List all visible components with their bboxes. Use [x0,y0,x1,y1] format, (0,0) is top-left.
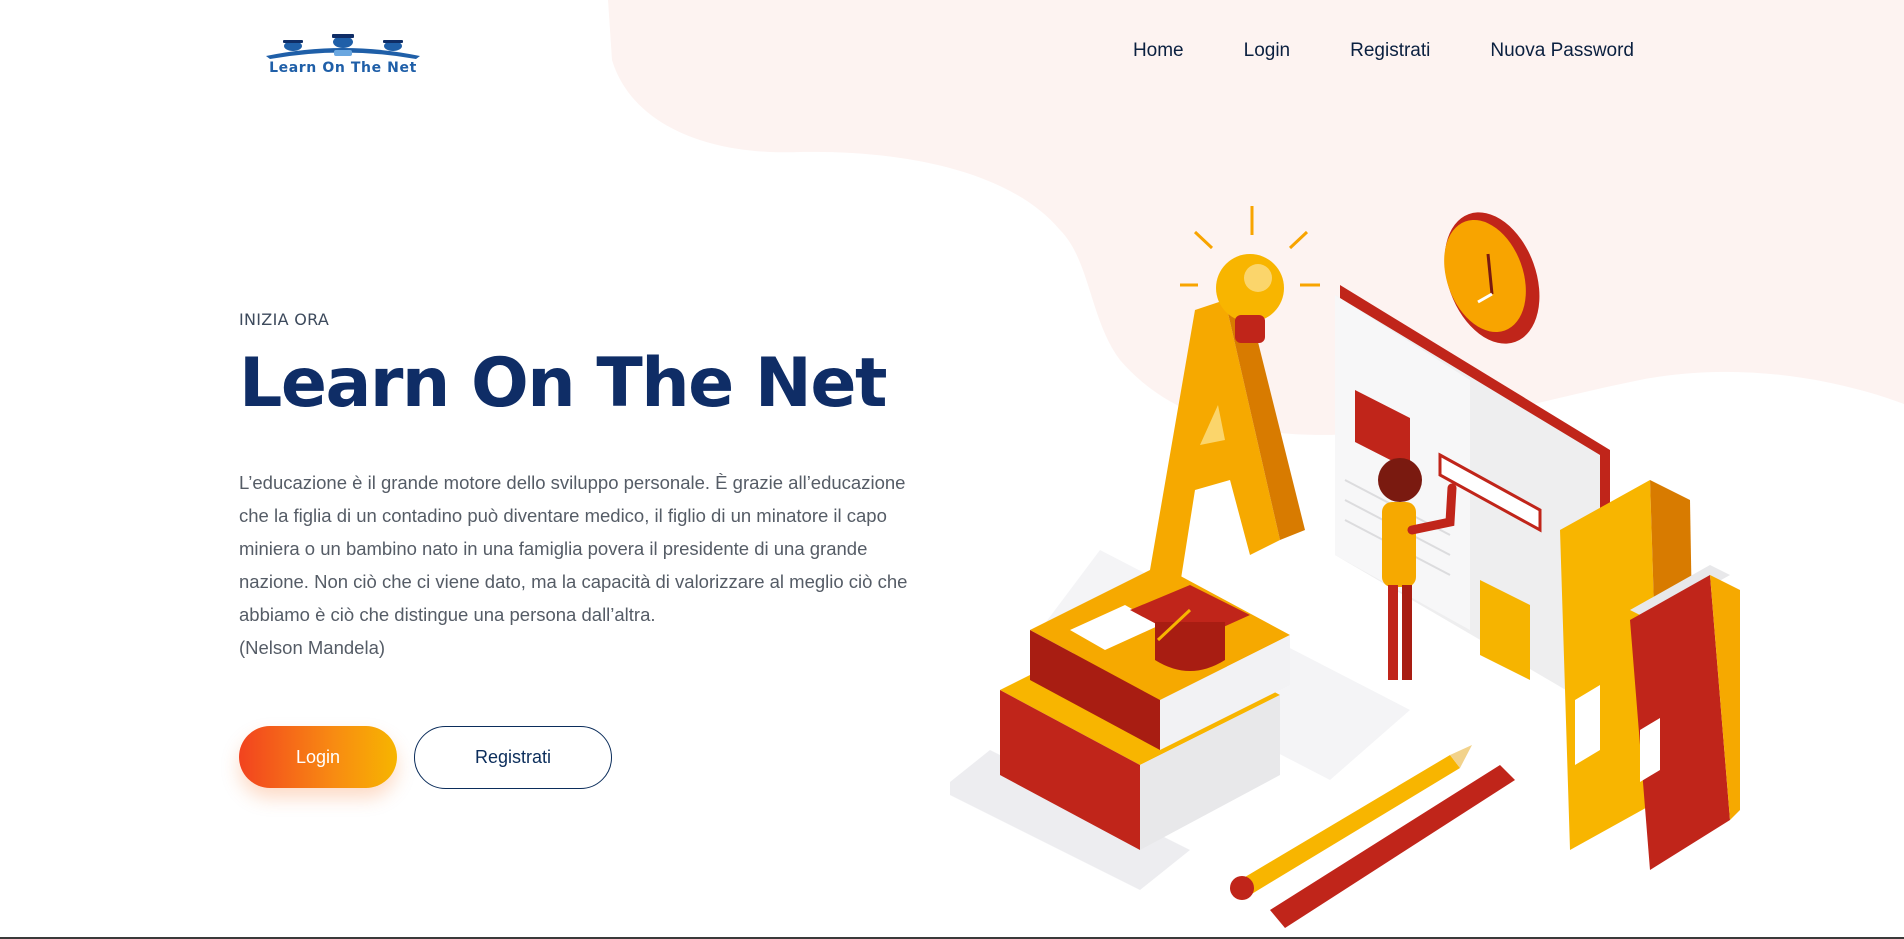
hero-quote: L’educazione è il grande motore dello sv… [239,472,908,625]
hero-quote-author: (Nelson Mandela) [239,637,386,658]
main-nav: Home Login Registrati Nuova Password [1073,40,1634,62]
hero-section: INIZIA ORA Learn On The Net L’educazione… [239,310,939,664]
logo-text: Learn On The Net [269,60,417,76]
register-button[interactable]: Registrati [414,726,612,789]
binders-icon [1560,480,1740,870]
education-isometric-illustration [950,206,1740,928]
nav-login[interactable]: Login [1244,40,1291,62]
hero-title: Learn On The Net [239,344,887,423]
nav-registrati[interactable]: Registrati [1350,40,1430,62]
login-button[interactable]: Login [239,726,397,788]
logo[interactable]: Learn On The Net [246,32,440,80]
letter-a-icon [1150,300,1305,585]
nav-home[interactable]: Home [1133,40,1184,62]
clock-icon [1444,212,1540,344]
nav-nuova-password[interactable]: Nuova Password [1490,40,1634,62]
navbar: Learn On The Net Home Login Registrati N… [0,0,1904,110]
hero-eyebrow: INIZIA ORA [239,310,330,329]
